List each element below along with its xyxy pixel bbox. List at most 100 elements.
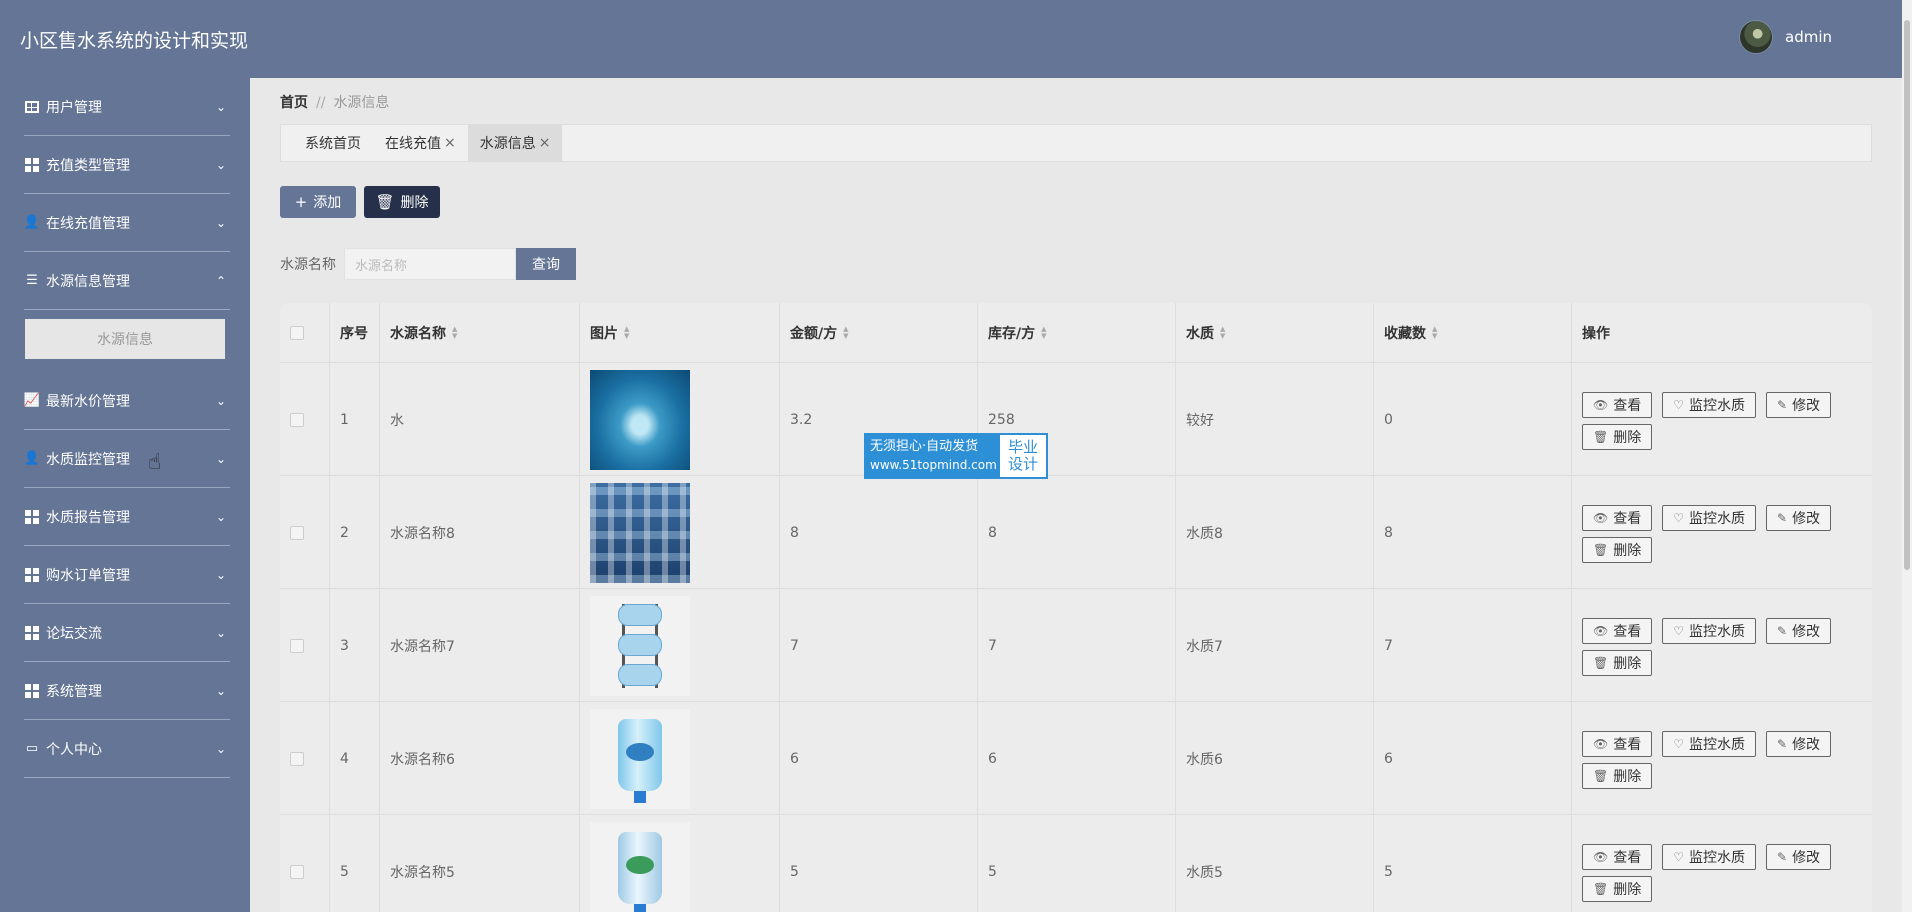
water-splash-image[interactable] — [590, 369, 690, 470]
pencil-icon: ✎ — [1777, 736, 1788, 751]
delete-button[interactable]: 🗑 删除 — [364, 186, 440, 218]
heart-icon: ♡ — [1673, 736, 1684, 751]
water-bottle-image[interactable] — [590, 708, 690, 809]
query-button[interactable]: 查询 — [516, 248, 576, 280]
sort-icon[interactable]: ▲ ▼ — [843, 326, 848, 340]
sidebar-item-label: 水源信息管理 — [46, 273, 130, 290]
bottles-crowd-image[interactable] — [590, 482, 690, 583]
cell-price: 5 — [780, 815, 978, 912]
pencil-icon: ✎ — [1777, 623, 1788, 638]
sidebar-item-label: 在线充值管理 — [46, 215, 130, 232]
close-icon[interactable]: × — [444, 135, 456, 151]
edit-button[interactable]: ✎ 修改 — [1766, 730, 1832, 757]
tab-water-info[interactable]: 水源信息 × — [467, 125, 563, 161]
row-checkbox[interactable] — [290, 525, 304, 540]
chevron-down-icon: ⌄ — [215, 394, 227, 408]
row-checkbox[interactable] — [290, 864, 304, 879]
submenu-item-water-info[interactable]: 水源信息 — [25, 319, 225, 359]
sort-icon[interactable]: ▲ ▼ — [1220, 326, 1225, 340]
sidebar-item-orders[interactable]: 购水订单管理 ⌄ — [0, 546, 250, 604]
view-button[interactable]: 👁 查看 — [1582, 391, 1653, 418]
sort-icon[interactable]: ▲ ▼ — [452, 326, 457, 340]
scrollbar-thumb[interactable] — [1904, 20, 1910, 570]
sidebar-item-online-recharge[interactable]: 👤 在线充值管理 ⌄ — [0, 194, 250, 252]
close-icon[interactable]: × — [539, 135, 551, 151]
search-bar: 水源名称 水源名称 查询 — [280, 248, 576, 280]
column-header-quality[interactable]: 水质 ▲ ▼ — [1176, 303, 1374, 363]
column-header-image[interactable]: 图片 ▲ ▼ — [580, 303, 780, 363]
sidebar-item-quality-monitor[interactable]: 👤 水质监控管理 ⌄ — [0, 430, 250, 488]
monitor-quality-button[interactable]: ♡ 监控水质 — [1662, 391, 1756, 418]
cell-index: 4 — [330, 702, 380, 815]
column-header-favorites[interactable]: 收藏数 ▲ ▼ — [1374, 303, 1572, 363]
grid-icon — [24, 625, 40, 641]
cell-image — [580, 476, 780, 589]
breadcrumb: 首页 // 水源信息 — [280, 92, 389, 112]
search-input[interactable]: 水源名称 — [344, 248, 516, 280]
view-button[interactable]: 👁 查看 — [1582, 504, 1653, 531]
watermark-badge[interactable]: 无须担心·自动发货 www.51topmind.com 毕业 设计 — [864, 433, 1048, 479]
search-label: 水源名称 — [280, 257, 336, 273]
cell-favorites: 7 — [1374, 589, 1572, 702]
username[interactable]: admin — [1785, 28, 1832, 46]
row-delete-button[interactable]: 🗑 删除 — [1582, 423, 1653, 450]
tab-online-recharge[interactable]: 在线充值 × — [373, 125, 468, 161]
sidebar-item-quality-report[interactable]: 水质报告管理 ⌄ — [0, 488, 250, 546]
sidebar-item-system[interactable]: 系统管理 ⌄ — [0, 662, 250, 720]
delete-button-label: 删除 — [400, 195, 429, 211]
row-delete-button[interactable]: 🗑 删除 — [1582, 649, 1653, 676]
breadcrumb-home[interactable]: 首页 — [280, 95, 308, 111]
sidebar-item-label: 购水订单管理 — [46, 567, 130, 584]
row-select-cell — [280, 589, 330, 702]
avatar[interactable] — [1739, 20, 1773, 54]
column-header-price[interactable]: 金额/方 ▲ ▼ — [780, 303, 978, 363]
sort-icon[interactable]: ▲ ▼ — [624, 326, 629, 340]
user-icon: 👤 — [23, 215, 41, 230]
row-delete-button[interactable]: 🗑 删除 — [1582, 875, 1653, 902]
monitor-quality-button[interactable]: ♡ 监控水质 — [1662, 617, 1756, 644]
sidebar-item-user-management[interactable]: 用户管理 ⌄ — [0, 78, 250, 136]
row-delete-button[interactable]: 🗑 删除 — [1582, 536, 1653, 563]
trash-icon: 🗑 — [1593, 768, 1609, 783]
cell-name: 水源名称8 — [380, 476, 580, 589]
view-button[interactable]: 👁 查看 — [1582, 730, 1653, 757]
row-checkbox[interactable] — [290, 638, 304, 653]
add-button[interactable]: + 添加 — [280, 186, 356, 218]
bottle-rack-image[interactable] — [590, 595, 690, 696]
list-icon: ☰ — [26, 273, 38, 288]
edit-button[interactable]: ✎ 修改 — [1766, 504, 1832, 531]
sidebar-item-label: 系统管理 — [46, 683, 102, 700]
edit-button[interactable]: ✎ 修改 — [1766, 617, 1832, 644]
select-all-checkbox[interactable] — [290, 326, 304, 340]
row-delete-button[interactable]: 🗑 删除 — [1582, 762, 1653, 789]
water-bottle-image[interactable] — [590, 821, 690, 912]
cell-stock: 6 — [978, 702, 1176, 815]
data-table: 序号 水源名称 ▲ ▼ 图片 ▲ ▼ 金额/方 ▲ ▼ 库存/方 ▲ ▼ 水质 ▲ ▼ 收藏数 ▲ ▼ … — [280, 303, 1872, 912]
user-menu[interactable]: admin — [1739, 20, 1832, 54]
sidebar-item-forum[interactable]: 论坛交流 ⌄ — [0, 604, 250, 662]
sort-icon[interactable]: ▲ ▼ — [1432, 326, 1437, 340]
page-scrollbar[interactable] — [1902, 0, 1912, 912]
edit-button[interactable]: ✎ 修改 — [1766, 843, 1832, 870]
sort-icon[interactable]: ▲ ▼ — [1041, 326, 1046, 340]
cell-image — [580, 589, 780, 702]
monitor-quality-button[interactable]: ♡ 监控水质 — [1662, 730, 1756, 757]
sidebar-item-profile[interactable]: ▭ 个人中心 ⌄ — [0, 720, 250, 778]
row-checkbox[interactable] — [290, 751, 304, 766]
column-header-stock[interactable]: 库存/方 ▲ ▼ — [978, 303, 1176, 363]
edit-button[interactable]: ✎ 修改 — [1766, 391, 1832, 418]
tab-home[interactable]: 系统首页 — [293, 125, 373, 161]
view-button[interactable]: 👁 查看 — [1582, 617, 1653, 644]
cell-quality: 水质7 — [1176, 589, 1374, 702]
cell-quality: 水质8 — [1176, 476, 1374, 589]
monitor-quality-button[interactable]: ♡ 监控水质 — [1662, 504, 1756, 531]
row-checkbox[interactable] — [290, 412, 304, 427]
sidebar-item-water-source[interactable]: ☰ 水源信息管理 ⌃ — [0, 252, 250, 310]
sidebar-item-latest-price[interactable]: 📈 最新水价管理 ⌄ — [0, 372, 250, 430]
cell-quality: 水质5 — [1176, 815, 1374, 912]
cell-name: 水源名称7 — [380, 589, 580, 702]
column-header-name[interactable]: 水源名称 ▲ ▼ — [380, 303, 580, 363]
view-button[interactable]: 👁 查看 — [1582, 843, 1653, 870]
monitor-quality-button[interactable]: ♡ 监控水质 — [1662, 843, 1756, 870]
sidebar-item-recharge-type[interactable]: 充值类型管理 ⌄ — [0, 136, 250, 194]
